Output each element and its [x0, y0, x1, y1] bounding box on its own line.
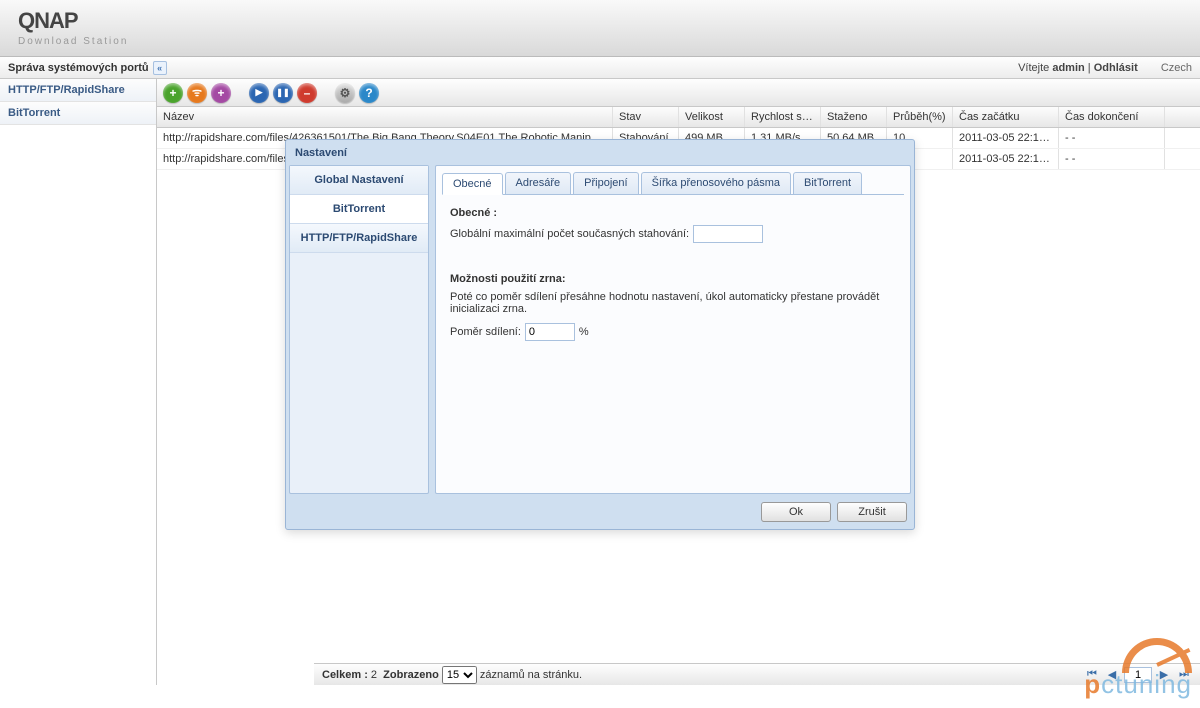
tab-directories[interactable]: Adresáře: [505, 172, 572, 194]
remove-icon[interactable]: –: [297, 83, 317, 103]
status-bar: Celkem : 2 Zobrazeno 15 záznamů na strán…: [314, 663, 1200, 685]
settings-dialog: Nastavení Global Nastavení BitTorrent HT…: [285, 139, 915, 530]
rss-icon[interactable]: ᯤ: [187, 83, 207, 103]
share-ratio-input[interactable]: [525, 323, 575, 341]
col-speed[interactable]: Rychlost stahov...: [745, 107, 821, 127]
cell: 2011-03-05 22:13:59: [953, 149, 1059, 169]
dialog-title: Nastavení: [289, 143, 911, 165]
col-size[interactable]: Velikost: [679, 107, 745, 127]
panel-title: Správa systémových portů: [8, 62, 149, 74]
app-header: QNAP Download Station: [0, 0, 1200, 57]
tab-connection[interactable]: Připojení: [573, 172, 638, 194]
help-icon[interactable]: ?: [359, 83, 379, 103]
settings-icon[interactable]: ⚙: [335, 83, 355, 103]
play-icon[interactable]: ▶: [249, 83, 269, 103]
share-ratio-label: Poměr sdílení:: [450, 326, 521, 338]
section-general-title: Obecné :: [450, 207, 904, 219]
sidebar-item-bittorrent[interactable]: BitTorrent: [0, 102, 156, 125]
records-suffix: záznamů na stránku.: [480, 669, 582, 681]
prev-page-icon[interactable]: ◀: [1104, 667, 1120, 683]
cancel-button[interactable]: Zrušit: [837, 502, 907, 522]
ok-button[interactable]: Ok: [761, 502, 831, 522]
max-downloads-input[interactable]: [693, 225, 763, 243]
col-status[interactable]: Stav: [613, 107, 679, 127]
dialog-main: Obecné Adresáře Připojení Šířka přenosov…: [435, 165, 911, 494]
max-downloads-label: Globální maximální počet současných stah…: [450, 228, 689, 240]
current-user: admin: [1052, 62, 1084, 74]
section-seed-title: Možnosti použití zrna:: [450, 273, 904, 285]
top-bar: Správa systémových portů « Vítejte admin…: [0, 57, 1200, 79]
pause-icon[interactable]: ❚❚: [273, 83, 293, 103]
brand-subtitle: Download Station: [18, 36, 1182, 47]
toolbar: + ᯤ + ▶ ❚❚ – ⚙ ?: [157, 79, 1200, 107]
col-start[interactable]: Čas začátku: [953, 107, 1059, 127]
next-page-icon[interactable]: ▶: [1156, 667, 1172, 683]
page-number-input[interactable]: [1124, 667, 1152, 683]
dialog-nav: Global Nastavení BitTorrent HTTP/FTP/Rap…: [289, 165, 429, 494]
tab-general[interactable]: Obecné: [442, 173, 503, 195]
col-downloaded[interactable]: Staženo: [821, 107, 887, 127]
dlg-nav-bittorrent[interactable]: BitTorrent: [290, 195, 428, 224]
sidebar: HTTP/FTP/RapidShare BitTorrent: [0, 79, 157, 685]
table-header: Název Stav Velikost Rychlost stahov... S…: [157, 107, 1200, 128]
dlg-nav-http[interactable]: HTTP/FTP/RapidShare: [290, 224, 428, 253]
collapse-sidebar-button[interactable]: «: [153, 61, 167, 75]
dlg-nav-global[interactable]: Global Nastavení: [290, 166, 428, 195]
total-label: Celkem :: [322, 669, 368, 681]
logout-link[interactable]: Odhlásit: [1094, 62, 1138, 74]
section-seed-desc: Poté co poměr sdílení přesáhne hodnotu n…: [450, 291, 904, 315]
shown-label: Zobrazeno: [383, 669, 439, 681]
add-url-icon[interactable]: +: [211, 83, 231, 103]
tab-bittorrent[interactable]: BitTorrent: [793, 172, 862, 194]
cell: 2011-03-05 22:13:59: [953, 128, 1059, 148]
tab-bandwidth[interactable]: Šířka přenosového pásma: [641, 172, 791, 194]
col-name[interactable]: Název: [157, 107, 613, 127]
col-end[interactable]: Čas dokončení: [1059, 107, 1165, 127]
separator: |: [1085, 62, 1094, 74]
last-page-icon[interactable]: ⏭: [1176, 667, 1192, 683]
welcome-label: Vítejte: [1018, 62, 1052, 74]
cell: - -: [1059, 128, 1165, 148]
language-selector[interactable]: Czech: [1161, 62, 1192, 74]
content-area: + ᯤ + ▶ ❚❚ – ⚙ ? Název Stav Velikost Ryc…: [157, 79, 1200, 685]
add-icon[interactable]: +: [163, 83, 183, 103]
share-ratio-suffix: %: [579, 326, 589, 338]
pager: ⏮ ◀ ▶ ⏭: [1084, 667, 1192, 683]
dialog-tabs: Obecné Adresáře Připojení Šířka přenosov…: [442, 172, 904, 195]
page-size-select[interactable]: 15: [442, 666, 477, 684]
cell: - -: [1059, 149, 1165, 169]
total-value: 2: [371, 669, 377, 681]
sidebar-item-http[interactable]: HTTP/FTP/RapidShare: [0, 79, 156, 102]
brand-logo: QNAP: [18, 8, 1182, 34]
first-page-icon[interactable]: ⏮: [1084, 667, 1100, 683]
col-progress[interactable]: Průběh(%): [887, 107, 953, 127]
